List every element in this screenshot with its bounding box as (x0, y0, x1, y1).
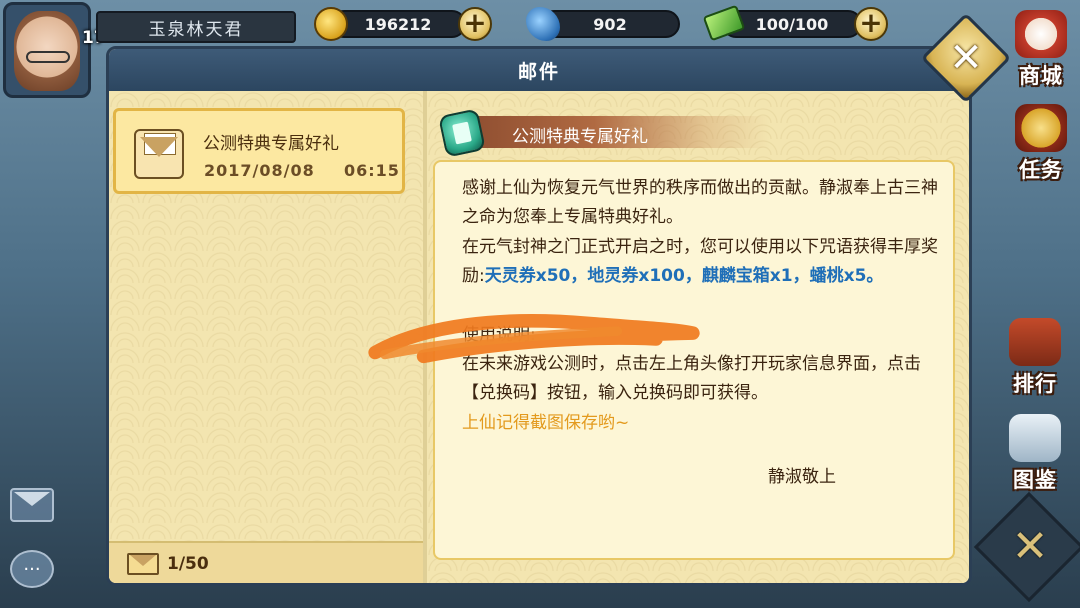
reward-sep-1: ， (570, 266, 588, 287)
quest-icon (1015, 104, 1067, 152)
reward-2: 地灵券x100 (587, 266, 685, 287)
codex-icon (1009, 414, 1061, 462)
sidebar-item-quest[interactable]: 任务 (1006, 102, 1076, 184)
reward-1: 天灵券x50 (484, 266, 571, 287)
coin-value: 196212 (364, 14, 432, 34)
mail-rewards-line: 在元气封神之门正式开启之时，您可以使用以下咒语获得丰厚奖励:天灵券x50，地灵券… (462, 233, 942, 292)
shop-icon (1015, 10, 1067, 58)
mail-list-item[interactable]: 公测特典专属好礼 2017/08/08 06:15 (113, 108, 405, 194)
avatar-glasses (26, 51, 70, 63)
reward-sep-3: ， (792, 266, 810, 287)
sidebar-item-shop[interactable]: 商城 (1006, 8, 1076, 90)
add-stamina-button[interactable] (854, 7, 888, 41)
add-coins-button[interactable] (458, 7, 492, 41)
close-icon: ✕ (949, 35, 983, 81)
mail-intro: 感谢上仙为恢复元气世界的秩序而做出的贡献。静淑奉上古三神之命为您奉上专属特典好礼… (462, 178, 938, 228)
content-title: 公测特典专属好礼 (512, 127, 648, 147)
gem-counter: 902 (540, 10, 680, 38)
reward-sep-2: ， (684, 266, 702, 287)
sidebar-label-quest: 任务 (1019, 158, 1063, 182)
reminder-text: 上仙记得截图保存哟~ (462, 412, 630, 433)
player-name: 玉泉林天君 (96, 11, 296, 43)
mail-subject: 公测特典专属好礼 (203, 134, 339, 154)
scroll-icon (438, 108, 486, 158)
player-avatar[interactable] (3, 2, 91, 98)
mail-date: 2017/08/08 (204, 161, 315, 180)
reward-3: 麒麟宝箱x1 (701, 266, 793, 287)
dialog-title: 邮件 (517, 60, 560, 83)
envelope-open-icon (134, 129, 184, 179)
sidebar-label-codex: 图鉴 (1013, 468, 1057, 492)
mail-time: 06:15 (344, 161, 400, 180)
gem-value: 902 (593, 14, 627, 34)
redaction-scribble (368, 314, 700, 364)
envelope-icon (127, 553, 159, 575)
reward-end: 。 (866, 266, 884, 287)
signature: 静淑敬上 (768, 467, 836, 487)
sidebar-item-ranking[interactable]: 排行 (1000, 316, 1070, 398)
stamina-value: 100/100 (755, 14, 829, 34)
coin-counter: 196212 (330, 10, 466, 38)
menu-toggle-icon: ✕ (1011, 520, 1049, 572)
sidebar-label-ranking: 排行 (1013, 372, 1057, 396)
reward-4: 蟠桃x5 (809, 266, 867, 287)
sidebar-item-codex[interactable]: 图鉴 (1000, 412, 1070, 494)
mail-shortcut-icon[interactable] (10, 488, 54, 522)
sidebar-label-shop: 商城 (1019, 64, 1063, 88)
ranking-icon (1009, 318, 1061, 366)
mail-count-bar: 1/50 (109, 541, 423, 583)
chat-bubble-icon[interactable]: ··· (10, 550, 54, 588)
mail-count: 1/50 (167, 554, 209, 574)
coin-icon (314, 7, 348, 41)
